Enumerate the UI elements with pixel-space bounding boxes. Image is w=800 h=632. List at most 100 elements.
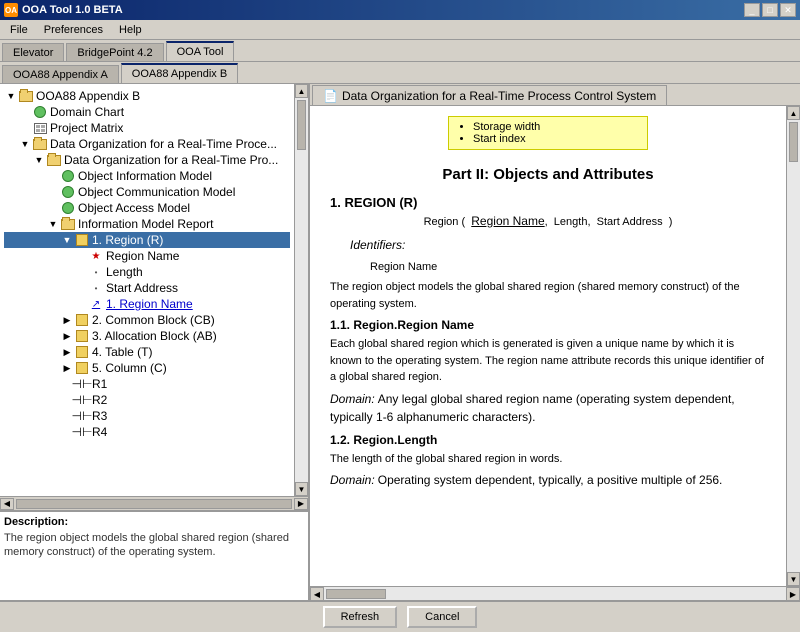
tree-item-regname2[interactable]: ↗ 1. Region Name (4, 296, 290, 312)
rhs-right-btn[interactable]: ▶ (786, 587, 800, 601)
icon-datorg (32, 137, 48, 151)
app-title: OOA Tool 1.0 BETA (22, 4, 123, 16)
app-icon: OA (4, 3, 18, 17)
expander-column[interactable]: ▶ (60, 363, 74, 374)
tree-item-r1[interactable]: ⊣⊢ R1 (4, 376, 290, 392)
icon-r3: ⊣⊢ (74, 409, 90, 423)
icon-bullet-start: • (88, 281, 104, 295)
rvs-track[interactable] (787, 120, 800, 572)
icon-common (74, 313, 90, 327)
tree-item-datorg2[interactable]: ▼ Data Organization for a Real-Time Pro.… (4, 152, 290, 168)
tree-area[interactable]: ▼ OOA88 Appendix B Domain Chart Proje (0, 84, 294, 496)
doc-section1-heading: 1. REGION (R) (330, 195, 766, 210)
lvs-up-btn[interactable]: ▲ (295, 84, 308, 98)
lvs-down-btn[interactable]: ▼ (295, 482, 308, 496)
tree-item-startaddr[interactable]: • Start Address (4, 280, 290, 296)
tree-item-region[interactable]: ▼ 1. Region (R) (4, 232, 290, 248)
maximize-button[interactable]: □ (762, 3, 778, 17)
tree-item-objcomm[interactable]: Object Communication Model (4, 184, 290, 200)
tree-item-domain[interactable]: Domain Chart (4, 104, 290, 120)
left-vscrollbar[interactable]: ▲ ▼ (294, 84, 308, 496)
right-hscrollbar[interactable]: ◀ ▶ (310, 586, 800, 600)
lhs-left-btn[interactable]: ◀ (0, 498, 14, 510)
rvs-down-btn[interactable]: ▼ (787, 572, 800, 586)
description-text: The region object models the global shar… (4, 531, 304, 560)
icon-column (74, 361, 90, 375)
tab-ooa-tool[interactable]: OOA Tool (166, 41, 235, 61)
icon-project (32, 121, 48, 135)
doc-region-sig: Region ( Region Name, Length, Start Addr… (330, 214, 766, 228)
tree-item-table[interactable]: ▶ 4. Table (T) (4, 344, 290, 360)
icon-star: ★ (88, 249, 104, 263)
icon-link-region: ↗ (88, 297, 104, 311)
tree-item-infomodel[interactable]: ▼ Information Model Report (4, 216, 290, 232)
yellow-info-box: Storage width Start index (448, 116, 648, 150)
tabs-row1: Elevator BridgePoint 4.2 OOA Tool (0, 40, 800, 62)
doc-sub1-domain: Domain: Any legal global shared region n… (330, 390, 766, 427)
icon-objaccess (60, 201, 76, 215)
lvs-thumb[interactable] (297, 100, 306, 150)
tab-appendix-a[interactable]: OOA88 Appendix A (2, 65, 119, 83)
expander-table[interactable]: ▶ (60, 347, 74, 358)
bottom-bar: Refresh Cancel (0, 600, 800, 632)
tree-item-datorg[interactable]: ▼ Data Organization for a Real-Time Proc… (4, 136, 290, 152)
tree-item-r4[interactable]: ⊣⊢ R4 (4, 424, 290, 440)
right-panel: 📄 Data Organization for a Real-Time Proc… (310, 84, 800, 600)
icon-r4: ⊣⊢ (74, 425, 90, 439)
doc-sub1-domain-text: Any legal global shared region name (ope… (330, 392, 735, 425)
lhs-thumb[interactable] (16, 499, 292, 509)
tree-item-r2[interactable]: ⊣⊢ R2 (4, 392, 290, 408)
expander-infomodel[interactable]: ▼ (46, 219, 60, 229)
doc-tab-main[interactable]: 📄 Data Organization for a Real-Time Proc… (312, 85, 667, 105)
doc-sub2-heading: 1.2. Region.Length (330, 433, 766, 447)
left-panel: ▼ OOA88 Appendix B Domain Chart Proje (0, 84, 310, 600)
expander-alloc[interactable]: ▶ (60, 331, 74, 342)
tree-item-common[interactable]: ▶ 2. Common Block (CB) (4, 312, 290, 328)
tab-bridgepoint[interactable]: BridgePoint 4.2 (66, 43, 163, 61)
doc-region-desc: The region object models the global shar… (330, 279, 766, 312)
rhs-left-btn[interactable]: ◀ (310, 587, 324, 601)
right-content-row: Storage width Start index Part II: Objec… (310, 106, 800, 586)
icon-r1: ⊣⊢ (74, 377, 90, 391)
expander-region[interactable]: ▼ (60, 235, 74, 245)
lhs-right-btn[interactable]: ▶ (294, 498, 308, 510)
tab-appendix-b[interactable]: OOA88 Appendix B (121, 63, 238, 83)
expander-common[interactable]: ▶ (60, 315, 74, 326)
doc-area[interactable]: Storage width Start index Part II: Objec… (310, 106, 786, 586)
icon-datorg2 (46, 153, 62, 167)
right-vscrollbar[interactable]: ▲ ▼ (786, 106, 800, 586)
icon-objcomm (60, 185, 76, 199)
tree-item-regname[interactable]: ★ Region Name (4, 248, 290, 264)
rhs-thumb[interactable] (326, 589, 386, 599)
doc-sub2-domain: Domain: Operating system dependent, typi… (330, 471, 766, 490)
rvs-up-btn[interactable]: ▲ (787, 106, 800, 120)
expander-datorg2[interactable]: ▼ (32, 155, 46, 165)
window-controls[interactable]: _ □ ✕ (744, 3, 796, 17)
close-button[interactable]: ✕ (780, 3, 796, 17)
tree-item-objinfo[interactable]: Object Information Model (4, 168, 290, 184)
tree-item-column[interactable]: ▶ 5. Column (C) (4, 360, 290, 376)
tab-elevator[interactable]: Elevator (2, 43, 64, 61)
tree-item-objaccess[interactable]: Object Access Model (4, 200, 290, 216)
rvs-thumb[interactable] (789, 122, 798, 162)
doc-sub1-heading: 1.1. Region.Region Name (330, 318, 766, 332)
doc-tab-bar: 📄 Data Organization for a Real-Time Proc… (310, 84, 800, 106)
left-hscrollbar[interactable]: ◀ ▶ (0, 496, 308, 510)
expander-datorg[interactable]: ▼ (18, 139, 32, 149)
tree-item-allocblock[interactable]: ▶ 3. Allocation Block (AB) (4, 328, 290, 344)
lvs-track[interactable] (295, 98, 308, 482)
menu-help[interactable]: Help (111, 22, 150, 38)
refresh-button[interactable]: Refresh (323, 606, 398, 628)
expander-ooa88b[interactable]: ▼ (4, 91, 18, 101)
yellow-item-1: Storage width (473, 121, 639, 133)
tree-item-length[interactable]: • Length (4, 264, 290, 280)
tree-item-project[interactable]: Project Matrix (4, 120, 290, 136)
rhs-track[interactable] (324, 587, 786, 600)
tree-item-ooa88b[interactable]: ▼ OOA88 Appendix B (4, 88, 290, 104)
tree-item-r3[interactable]: ⊣⊢ R3 (4, 408, 290, 424)
icon-bullet-length: • (88, 265, 104, 279)
cancel-button[interactable]: Cancel (407, 606, 477, 628)
menu-preferences[interactable]: Preferences (36, 22, 111, 38)
minimize-button[interactable]: _ (744, 3, 760, 17)
menu-file[interactable]: File (2, 22, 36, 38)
